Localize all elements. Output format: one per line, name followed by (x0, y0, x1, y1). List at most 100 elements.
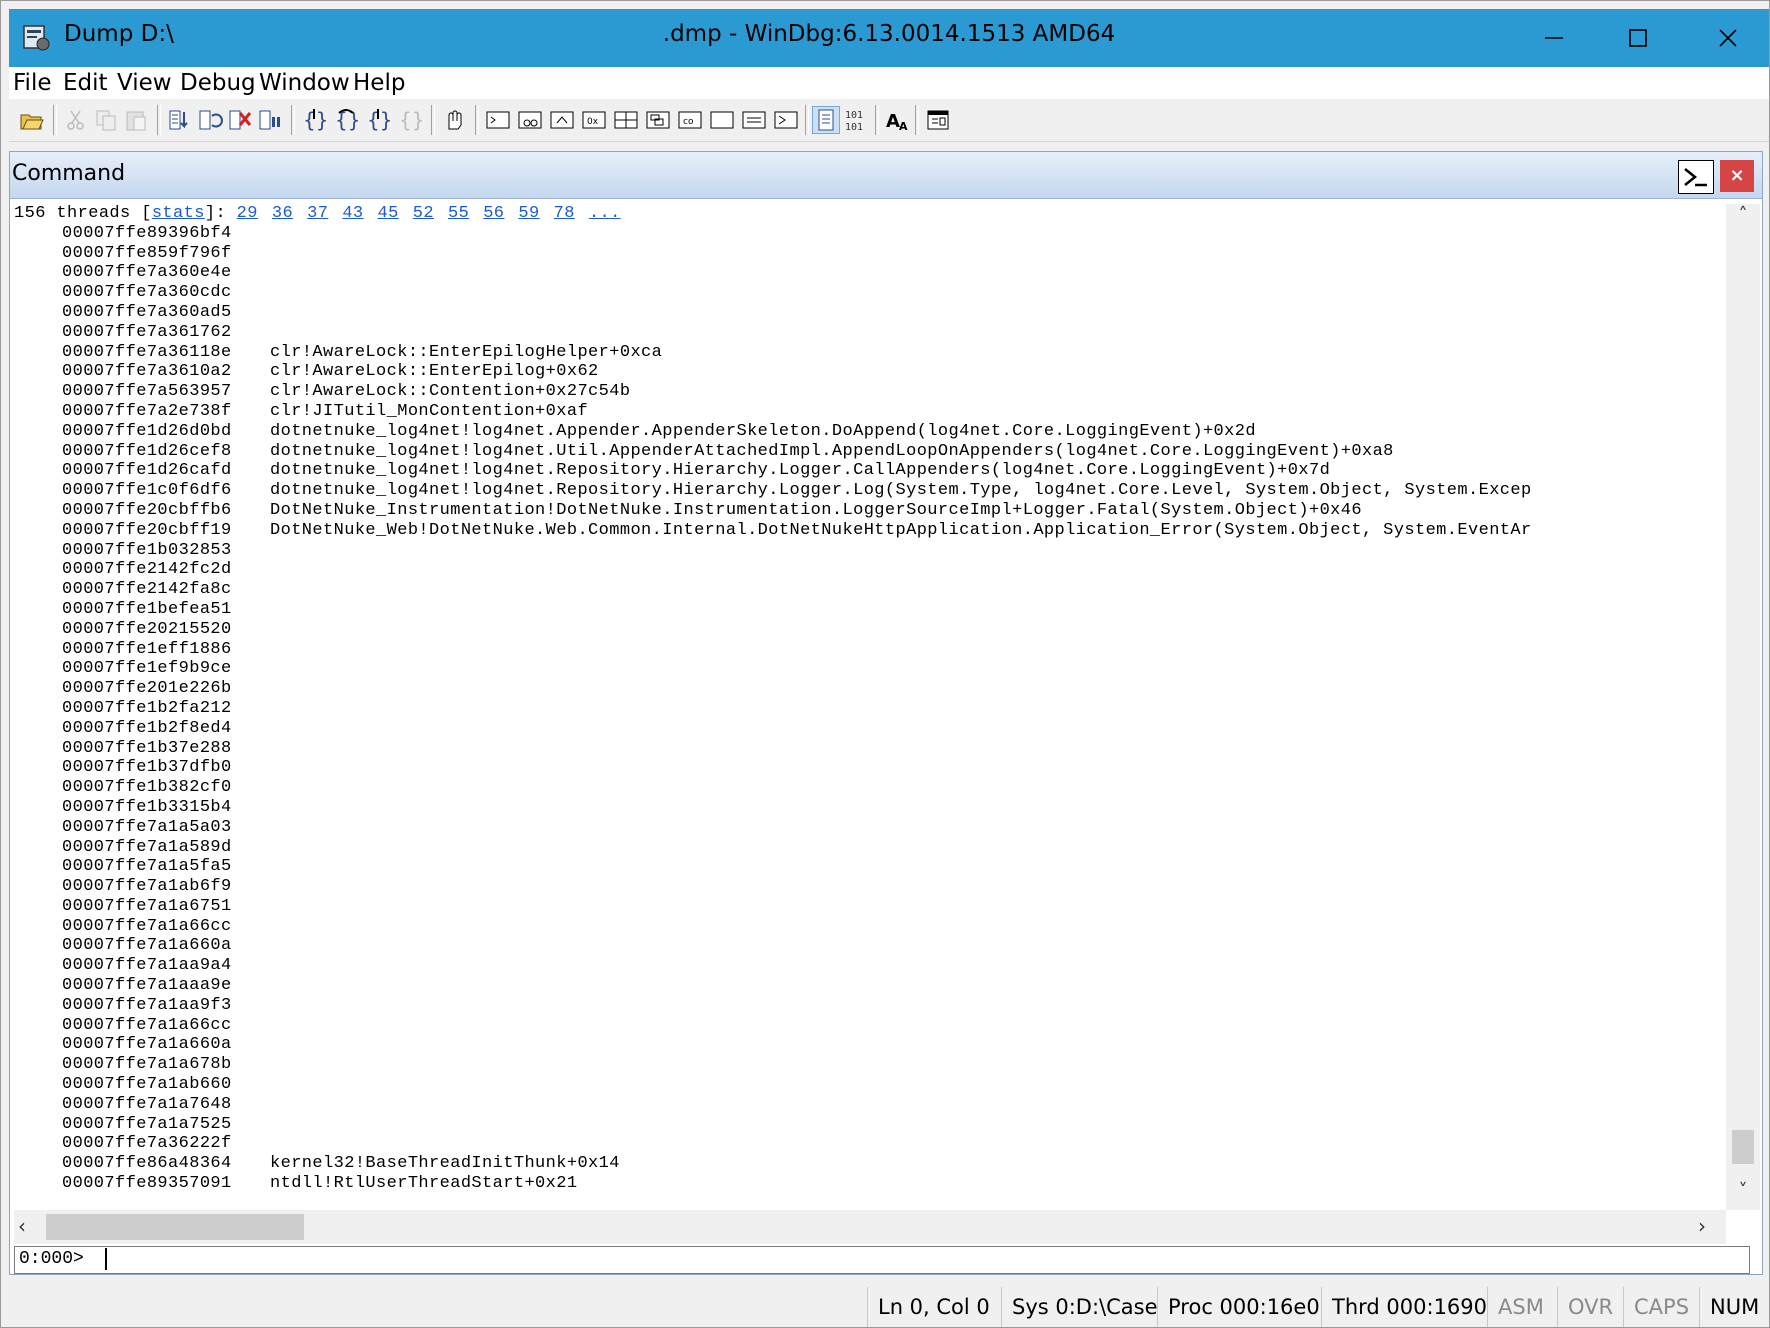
menu-edit[interactable]: Edit (63, 70, 108, 96)
disassembly-icon[interactable]: co (677, 107, 703, 133)
stack-frame-line: 00007ffe7a1a5fa5 (14, 857, 1724, 877)
watch-window-icon[interactable] (517, 107, 543, 133)
font-icon[interactable]: AA (885, 107, 911, 133)
scroll-left-icon[interactable]: ‹ (18, 1214, 26, 1238)
frame-address: 00007ffe20cbff19 (62, 520, 232, 540)
open-icon[interactable] (19, 107, 45, 133)
go-icon[interactable] (167, 107, 193, 133)
status-system: Sys 0:D:\Case (1001, 1287, 1158, 1327)
stack-frame-line: 00007ffe7a1a6751 (14, 897, 1724, 917)
close-pane-button[interactable]: × (1720, 160, 1754, 192)
svg-text:co: co (683, 117, 694, 127)
thread-link[interactable]: 59 (518, 204, 539, 223)
call-stack-icon[interactable] (645, 107, 671, 133)
copy-icon[interactable] (93, 107, 119, 133)
stack-frame-line: 00007ffe1d26cafd dotnetnuke_log4net!log4n… (14, 461, 1724, 481)
scroll-right-icon[interactable]: › (1698, 1214, 1706, 1238)
svg-text:101: 101 (845, 110, 863, 121)
minimize-icon (1545, 37, 1563, 39)
break-icon[interactable] (257, 107, 283, 133)
step-into-icon[interactable]: {} (301, 107, 327, 133)
title-bar[interactable]: Dump D:\ .dmp - WinDbg:6.13.0014.1513 AM… (9, 9, 1769, 67)
horizontal-scrollbar[interactable]: ‹ › (14, 1210, 1726, 1244)
source-mode-icon[interactable] (441, 107, 467, 133)
thread-link[interactable]: 29 (237, 204, 258, 223)
cut-icon[interactable] (63, 107, 89, 133)
toolbar: {} {} {} {} 0x co 101 101 AA (9, 99, 1769, 142)
thread-link[interactable]: 45 (378, 204, 399, 223)
maximize-button[interactable] (1593, 9, 1683, 67)
command-prompt: 0:000> (19, 1249, 84, 1269)
menu-help[interactable]: Help (353, 70, 405, 96)
command-input[interactable] (105, 1248, 1737, 1270)
frame-address: 00007ffe1d26cef8 (62, 441, 232, 461)
frame-address: 00007ffe7a1a678b (62, 1055, 232, 1075)
stack-frame-line: 00007ffe2142fc2d (14, 560, 1724, 580)
vertical-scrollbar[interactable]: ˄ ˅ (1726, 204, 1760, 1210)
frame-address: 00007ffe1b3315b4 (62, 797, 232, 817)
stack-frame-line: 00007ffe7a1a678b (14, 1055, 1724, 1075)
menu-debug[interactable]: Debug (180, 70, 256, 96)
hex-display-icon[interactable]: 101 101 (845, 107, 871, 133)
frame-symbol: ntdll!RtlUserThreadStart+0x21 (270, 1174, 578, 1194)
command-prompt-icon[interactable] (1678, 160, 1714, 194)
thread-link[interactable]: 43 (342, 204, 363, 223)
thread-link[interactable]: 37 (307, 204, 328, 223)
stack-frame-line: 00007ffe7a1a589d (14, 838, 1724, 858)
options-icon[interactable] (925, 107, 951, 133)
status-line-col: Ln 0, Col 0 (867, 1287, 990, 1327)
command-input-row: 0:000> (14, 1246, 1750, 1274)
thread-link[interactable]: 78 (554, 204, 575, 223)
thread-link[interactable]: 36 (272, 204, 293, 223)
memory-window-icon[interactable] (613, 107, 639, 133)
thread-link[interactable]: 52 (413, 204, 434, 223)
frame-address: 00007ffe7a1aa9f3 (62, 995, 232, 1015)
processes-threads-icon[interactable] (741, 107, 767, 133)
source-mode-toggle-icon[interactable] (812, 106, 840, 134)
stack-frame-line: 00007ffe7a1a660a (14, 1035, 1724, 1055)
registers-window-icon[interactable]: 0x (581, 107, 607, 133)
scratch-pad-icon[interactable] (709, 107, 735, 133)
frame-address: 00007ffe1d26cafd (62, 461, 232, 481)
toolbar-separator (875, 105, 879, 135)
frame-address: 00007ffe7a1a7525 (62, 1114, 232, 1134)
command-window-icon[interactable] (485, 107, 511, 133)
stack-frame-line: 00007ffe7a1ab660 (14, 1075, 1724, 1095)
step-over-icon[interactable]: {} (333, 107, 359, 133)
stack-frame-line: 00007ffe859f796f (14, 244, 1724, 264)
stack-frame-line: 00007ffe86a48364 kernel32!BaseThreadInitT… (14, 1154, 1724, 1174)
stop-debugging-icon[interactable] (227, 107, 253, 133)
menu-file[interactable]: File (13, 70, 52, 96)
minimize-button[interactable] (1509, 9, 1599, 67)
step-out-icon[interactable]: {} (365, 107, 391, 133)
run-to-cursor-icon[interactable]: {} (397, 107, 423, 133)
stack-frame-line: 00007ffe7a1a5a03 (14, 818, 1724, 838)
stack-frame-line: 00007ffe1b3315b4 (14, 798, 1724, 818)
scroll-down-icon[interactable]: ˅ (1726, 1180, 1760, 1210)
thread-link[interactable]: 56 (483, 204, 504, 223)
horizontal-scroll-thumb[interactable] (46, 1214, 304, 1240)
source-window-icon[interactable] (773, 107, 799, 133)
frame-address: 00007ffe7a360e4e (62, 263, 232, 283)
menu-view[interactable]: View (117, 70, 172, 96)
stack-frame-line: 00007ffe1b37dfb0 (14, 758, 1724, 778)
thread-link[interactable]: ... (589, 204, 621, 223)
frame-address: 00007ffe7a2e738f (62, 401, 232, 421)
command-output[interactable]: 156 threads [stats]: 29 36 37 43 45 52 55 56 59 7… (14, 204, 1724, 1210)
paste-icon[interactable] (123, 107, 149, 133)
stack-frame-line: 00007ffe1eff1886 (14, 640, 1724, 660)
locals-window-icon[interactable] (549, 107, 575, 133)
vertical-scroll-thumb[interactable] (1732, 1130, 1754, 1164)
frame-address: 00007ffe89357091 (62, 1174, 232, 1194)
thread-header-line: 156 threads [stats]: 29 36 37 43 45 52 55 56 59 7… (14, 204, 1724, 224)
frame-address: 00007ffe1b032853 (62, 540, 232, 560)
close-window-button[interactable] (1683, 9, 1770, 67)
thread-link[interactable]: 55 (448, 204, 469, 223)
frame-address: 00007ffe2142fa8c (62, 580, 232, 600)
stats-link[interactable]: stats (152, 204, 205, 223)
frame-address: 00007ffe86a48364 (62, 1154, 232, 1174)
scroll-up-icon[interactable]: ˄ (1726, 204, 1760, 234)
frame-symbol: dotnetnuke_log4net!log4net.Util.Appender… (270, 441, 1394, 461)
menu-window[interactable]: Window (259, 70, 350, 96)
restart-icon[interactable] (197, 107, 223, 133)
